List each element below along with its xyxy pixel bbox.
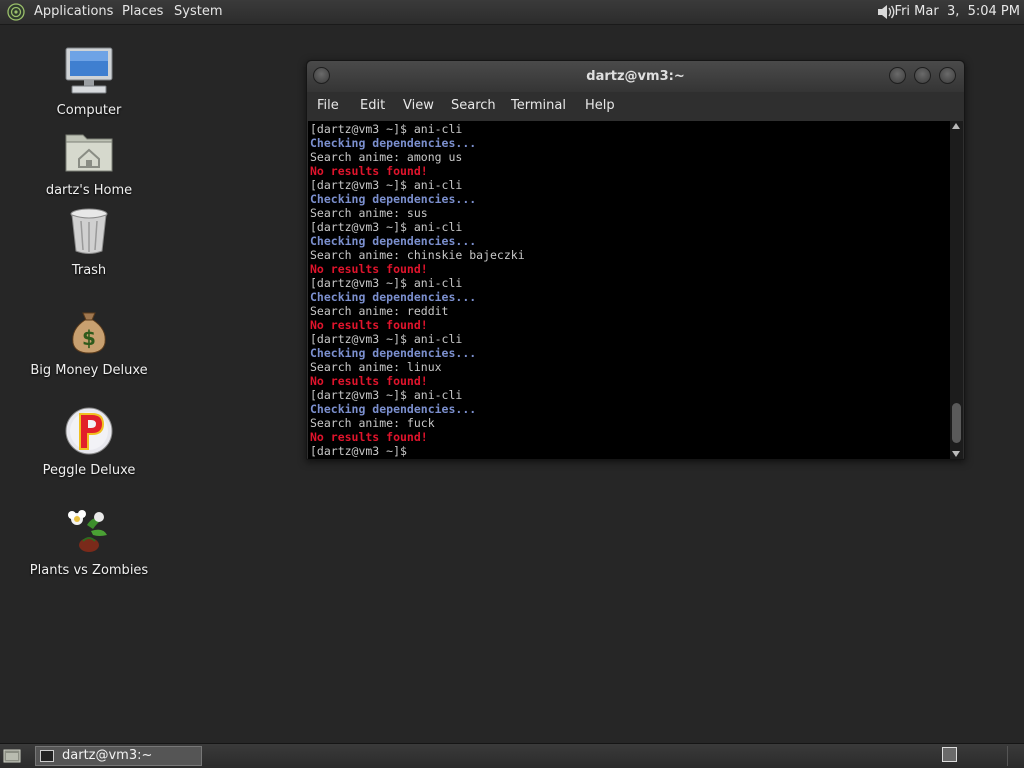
gnome-foot-icon[interactable] — [7, 3, 25, 21]
workspace-divider — [1007, 746, 1008, 766]
terminal-line: [dartz@vm3 ~]$ ani-cli — [310, 122, 463, 136]
terminal-line: [dartz@vm3 ~]$ ani-cli — [310, 388, 463, 402]
terminal-line: [dartz@vm3 ~]$ ani-cli — [310, 220, 463, 234]
terminal-window[interactable]: dartz@vm3:~ File Edit View Search Termin… — [306, 60, 965, 460]
desktop-icon-trash[interactable]: Trash — [19, 205, 159, 278]
top-panel: Applications Places System Fri Mar 3, 5:… — [0, 0, 1024, 25]
terminal-line: No results found! — [310, 430, 428, 444]
taskbar-window-label: dartz@vm3:~ — [62, 748, 153, 763]
desktop-icon-label: Computer — [56, 103, 122, 118]
terminal-line: Search anime: linux — [310, 360, 442, 374]
terminal-line: No results found! — [310, 374, 428, 388]
scroll-up-arrow-icon[interactable] — [952, 123, 960, 129]
scroll-down-arrow-icon[interactable] — [952, 451, 960, 457]
terminal-line: Checking dependencies... — [310, 402, 477, 416]
terminal-line: [dartz@vm3 ~]$ ani-cli — [310, 332, 463, 346]
minimize-button[interactable] — [889, 67, 906, 84]
show-desktop-icon[interactable] — [3, 748, 21, 763]
desktop-icon-big-money[interactable]: $ Big Money Deluxe — [19, 305, 159, 378]
terminal-line: Checking dependencies... — [310, 346, 477, 360]
computer-icon — [65, 47, 113, 94]
terminal-line: No results found! — [310, 318, 428, 332]
peggle-icon — [65, 407, 113, 455]
maximize-button[interactable] — [914, 67, 931, 84]
bottom-panel: dartz@vm3:~ — [0, 743, 1024, 768]
terminal-line: Search anime: reddit — [310, 304, 449, 318]
menu-file[interactable]: File — [317, 98, 339, 113]
workspace-switcher-1[interactable] — [942, 747, 957, 762]
menu-help[interactable]: Help — [585, 98, 615, 113]
menu-edit[interactable]: Edit — [360, 98, 385, 113]
terminal-line: Search anime: fuck — [310, 416, 435, 430]
terminal-line: Search anime: sus — [310, 206, 428, 220]
taskbar-window-button[interactable]: dartz@vm3:~ — [35, 746, 202, 766]
terminal-line: [dartz@vm3 ~]$ — [310, 444, 407, 458]
window-title: dartz@vm3:~ — [586, 69, 685, 84]
home-folder-icon — [65, 134, 113, 172]
system-menu[interactable]: System — [174, 4, 222, 19]
menu-terminal[interactable]: Terminal — [511, 98, 566, 113]
terminal-scrollbar[interactable] — [950, 121, 963, 459]
desktop-icon-pvz[interactable]: Plants vs Zombies — [19, 505, 159, 578]
terminal-menubar: File Edit View Search Terminal Help — [307, 92, 964, 121]
scroll-thumb[interactable] — [952, 403, 961, 443]
desktop-icon-label: Plants vs Zombies — [29, 563, 149, 578]
terminal-line: Search anime: among us — [310, 150, 463, 164]
plants-vs-zombies-icon — [68, 510, 107, 552]
money-bag-icon: $ — [72, 312, 106, 354]
desktop-icon-label: Trash — [71, 263, 107, 278]
terminal-line: No results found! — [310, 262, 428, 276]
clock[interactable]: Fri Mar 3, 5:04 PM — [895, 4, 1020, 19]
close-button[interactable] — [939, 67, 956, 84]
desktop-icon-label: Peggle Deluxe — [42, 463, 136, 478]
desktop-icon-computer[interactable]: Computer — [19, 45, 159, 118]
terminal-line: Checking dependencies... — [310, 290, 477, 304]
terminal-output[interactable]: [dartz@vm3 ~]$ ani-cli Checking dependenc… — [308, 121, 950, 459]
desktop-icon-peggle[interactable]: Peggle Deluxe — [19, 405, 159, 478]
terminal-lines: [dartz@vm3 ~]$ ani-cli Checking dependenc… — [310, 122, 525, 458]
svg-text:$: $ — [82, 326, 96, 350]
terminal-line: [dartz@vm3 ~]$ ani-cli — [310, 178, 463, 192]
terminal-line: No results found! — [310, 164, 428, 178]
desktop-icon-home[interactable]: dartz's Home — [19, 125, 159, 198]
terminal-line: Checking dependencies... — [310, 192, 477, 206]
applications-menu[interactable]: Applications — [34, 4, 113, 19]
terminal-line: Checking dependencies... — [310, 234, 477, 248]
places-menu[interactable]: Places — [122, 4, 163, 19]
terminal-line: Checking dependencies... — [310, 136, 477, 150]
menu-view[interactable]: View — [403, 98, 434, 113]
trash-icon — [70, 208, 108, 254]
terminal-line: Search anime: chinskie bajeczki — [310, 248, 525, 262]
terminal-icon — [40, 750, 54, 762]
terminal-line: [dartz@vm3 ~]$ ani-cli — [310, 276, 463, 290]
menu-search[interactable]: Search — [451, 98, 496, 113]
desktop-icon-label: Big Money Deluxe — [30, 363, 148, 378]
window-titlebar[interactable]: dartz@vm3:~ — [307, 61, 964, 92]
desktop-icon-label: dartz's Home — [45, 183, 133, 198]
